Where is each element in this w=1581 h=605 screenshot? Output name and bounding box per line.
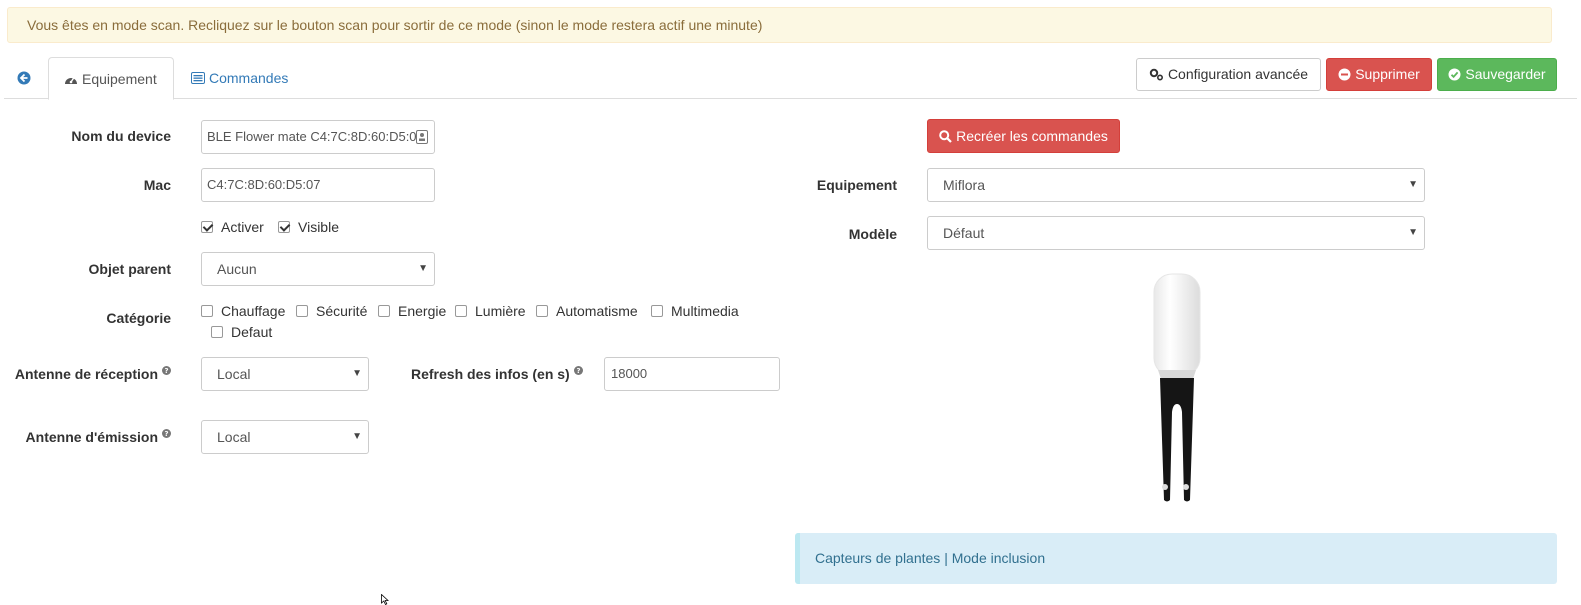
mouse-cursor-icon: [381, 594, 389, 605]
activer-checkbox[interactable]: Activer: [201, 219, 264, 235]
svg-text:?: ?: [164, 430, 168, 438]
rx-antenna-label: Antenne de réception?: [15, 366, 171, 382]
category-label: Catégorie: [106, 310, 171, 326]
category-energie[interactable]: Energie: [378, 303, 446, 319]
delete-button[interactable]: Supprimer: [1326, 58, 1432, 91]
category-lumiere[interactable]: Lumière: [455, 303, 526, 319]
tx-antenna-value: Local: [217, 429, 251, 445]
parent-object-value: Aucun: [217, 261, 257, 277]
caret-down-icon: ▼: [1408, 179, 1418, 190]
category-defaut-label: Defaut: [231, 324, 273, 340]
parent-object-label: Objet parent: [88, 261, 171, 277]
tx-antenna-text: Antenne d'émission: [25, 429, 158, 445]
svg-text:?: ?: [164, 367, 168, 375]
category-multimedia-box[interactable]: [651, 305, 663, 317]
tx-antenna-label: Antenne d'émission?: [26, 429, 171, 445]
parent-object-select[interactable]: Aucun ▼: [201, 252, 435, 286]
category-defaut[interactable]: Defaut: [211, 324, 272, 340]
visible-check-box[interactable]: [278, 221, 290, 233]
device-name-value: BLE Flower mate C4:7C:8D:60:D5:07: [207, 129, 424, 144]
info-panel: Capteurs de plantes | Mode inclusion: [795, 533, 1557, 584]
refresh-text: Refresh des infos (en s): [411, 366, 570, 382]
tab-commandes[interactable]: Commandes: [179, 57, 300, 99]
tab-back[interactable]: [6, 57, 42, 99]
help-icon[interactable]: ?: [573, 366, 583, 375]
recreate-commands-label: Recréer les commandes: [956, 128, 1108, 144]
list-alt-icon: [191, 72, 205, 84]
refresh-label: Refresh des infos (en s)?: [411, 366, 583, 382]
modele-label: Modèle: [848, 226, 897, 242]
category-securite-label: Sécurité: [316, 303, 368, 319]
visible-checkbox[interactable]: Visible: [278, 219, 339, 235]
circle-arrow-left-icon: [17, 71, 31, 85]
caret-down-icon: ▼: [1408, 227, 1418, 238]
modele-value: Défaut: [943, 225, 985, 241]
modele-select[interactable]: Défaut ▼: [927, 216, 1425, 250]
equipement-label: Equipement: [816, 177, 897, 193]
category-automatisme[interactable]: Automatisme: [536, 303, 638, 319]
check-circle-icon: [1448, 68, 1461, 81]
caret-down-icon: ▼: [418, 263, 428, 274]
category-multimedia-label: Multimedia: [671, 303, 739, 319]
equipement-value: Miflora: [943, 177, 986, 193]
category-defaut-box[interactable]: [211, 326, 223, 338]
contact-card-icon: [416, 130, 428, 144]
mac-input[interactable]: C4:7C:8D:60:D5:07: [201, 168, 435, 202]
category-multimedia[interactable]: Multimedia: [651, 303, 739, 319]
equipement-select[interactable]: Miflora ▼: [927, 168, 1425, 202]
plant-sensor-image: [1153, 273, 1201, 502]
help-icon[interactable]: ?: [162, 366, 171, 375]
tx-antenna-select[interactable]: Local ▼: [201, 420, 369, 454]
delete-label: Supprimer: [1355, 66, 1420, 82]
svg-text:?: ?: [576, 367, 580, 375]
category-automatisme-label: Automatisme: [556, 303, 638, 319]
save-button[interactable]: Sauvegarder: [1437, 58, 1557, 91]
recreate-commands-button[interactable]: Recréer les commandes: [927, 119, 1120, 153]
category-chauffage-label: Chauffage: [221, 303, 286, 319]
category-energie-box[interactable]: [378, 305, 390, 317]
category-securite-box[interactable]: [296, 305, 308, 317]
category-automatisme-box[interactable]: [536, 305, 548, 317]
category-lumiere-label: Lumière: [475, 303, 526, 319]
advanced-config-label: Configuration avancée: [1167, 66, 1309, 82]
rx-antenna-value: Local: [217, 366, 251, 382]
refresh-value: 18000: [611, 366, 648, 381]
info-text: Capteurs de plantes | Mode inclusion: [815, 550, 1046, 566]
activer-label: Activer: [221, 219, 264, 235]
caret-down-icon: ▼: [352, 431, 362, 442]
minus-circle-icon: [1338, 68, 1351, 81]
tachometer-icon: [65, 77, 77, 84]
mac-value: C4:7C:8D:60:D5:07: [207, 177, 321, 192]
tab-commandes-label: Commandes: [209, 70, 289, 86]
category-energie-label: Energie: [398, 303, 447, 319]
tab-equipement-label: Equipement: [82, 71, 157, 87]
tab-equipement[interactable]: Equipement: [48, 57, 174, 100]
category-securite[interactable]: Sécurité: [296, 303, 367, 319]
mac-label: Mac: [143, 177, 171, 193]
category-chauffage[interactable]: Chauffage: [201, 303, 285, 319]
category-chauffage-box[interactable]: [201, 305, 213, 317]
help-icon[interactable]: ?: [162, 429, 171, 438]
activer-check-box[interactable]: [201, 221, 213, 233]
visible-label: Visible: [298, 219, 339, 235]
advanced-config-button[interactable]: Configuration avancée: [1136, 58, 1321, 91]
rx-antenna-select[interactable]: Local ▼: [201, 357, 369, 391]
scan-mode-alert: Vous êtes en mode scan. Recliquez sur le…: [7, 7, 1552, 43]
scan-mode-message: Vous êtes en mode scan. Recliquez sur le…: [27, 17, 763, 33]
device-name-label: Nom du device: [71, 128, 171, 144]
search-icon: [939, 130, 952, 143]
refresh-input[interactable]: 18000: [604, 357, 780, 391]
caret-down-icon: ▼: [352, 368, 362, 379]
gears-icon: [1149, 68, 1163, 81]
save-label: Sauvegarder: [1465, 66, 1546, 82]
category-lumiere-box[interactable]: [455, 305, 467, 317]
rx-antenna-text: Antenne de réception: [14, 366, 158, 382]
device-name-input[interactable]: BLE Flower mate C4:7C:8D:60:D5:07: [201, 120, 435, 154]
